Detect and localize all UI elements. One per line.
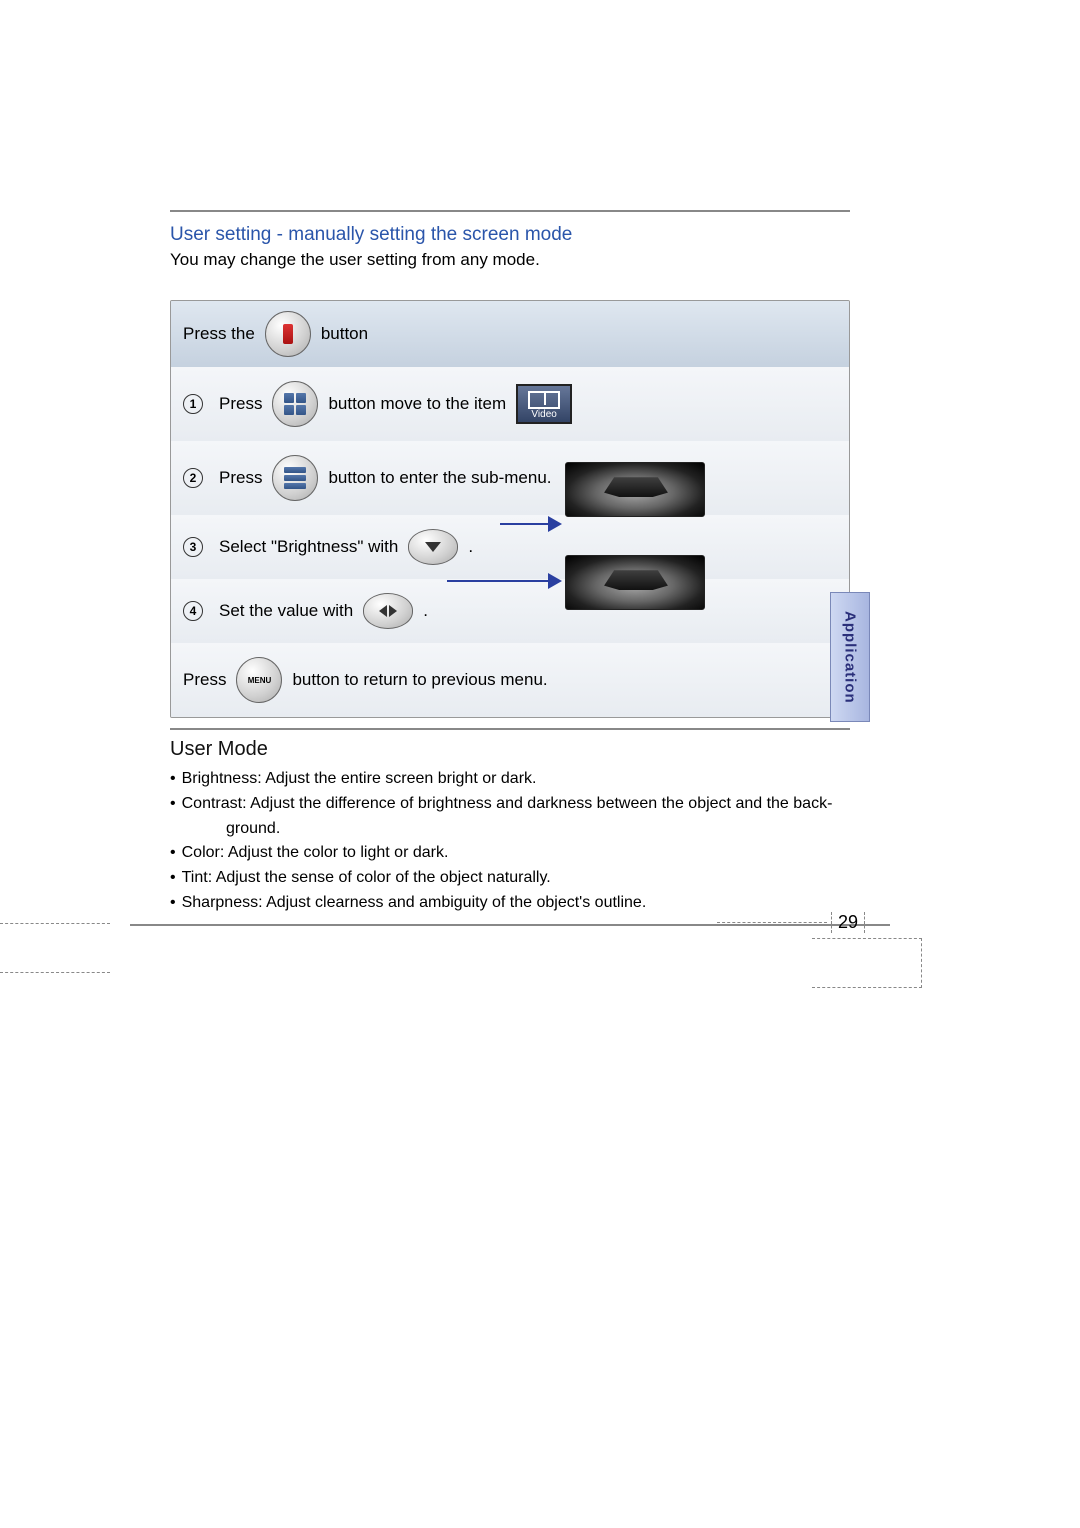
document-page: User setting - manually setting the scre…: [0, 0, 1080, 1528]
step-1: 1 Press button move to the item Video: [171, 367, 849, 441]
left-right-button-icon: [363, 593, 413, 629]
preview-image-before: [565, 462, 705, 517]
section-subtitle: You may change the user setting from any…: [170, 250, 850, 270]
user-mode-list: •Brightness: Adjust the entire screen br…: [170, 767, 850, 914]
section-title: User setting - manually setting the scre…: [170, 224, 850, 246]
footer-post: button to return to previous menu.: [292, 670, 547, 690]
list-item: •Sharpness: Adjust clearness and ambigui…: [170, 891, 850, 914]
side-tab-application: Application: [830, 592, 870, 722]
step-footer: Press MENU button to return to previous …: [171, 643, 849, 717]
step-post: button to enter the sub-menu.: [328, 468, 551, 488]
step-number: 1: [183, 394, 203, 414]
video-menu-icon: Video: [516, 384, 572, 424]
step-pre: Press: [219, 468, 262, 488]
step-2: 2 Press button to enter the sub-menu.: [171, 441, 849, 515]
grid-button-icon: [272, 381, 318, 427]
list-item: •Brightness: Adjust the entire screen br…: [170, 767, 850, 790]
menu-button-icon: MENU: [236, 657, 282, 703]
menu-button-label: MENU: [248, 676, 272, 685]
video-menu-label: Video: [531, 409, 556, 420]
preview-image-after: Brightness 50: [565, 555, 705, 610]
list-item-cont: ground.: [170, 817, 850, 840]
step-number: 4: [183, 601, 203, 621]
side-tab-label: Application: [842, 611, 859, 704]
dashed-line: [717, 922, 827, 923]
step-pre: Set the value with: [219, 601, 353, 621]
arrow-right-icon: [447, 580, 560, 582]
step-pre: Press: [219, 394, 262, 414]
step-number: 2: [183, 468, 203, 488]
header-prefix: Press the: [183, 324, 255, 344]
list-item: •Color: Adjust the color to light or dar…: [170, 841, 850, 864]
corner-dash-right: [812, 938, 922, 988]
header-suffix: button: [321, 324, 368, 344]
arrow-right-icon: [500, 523, 560, 525]
list-button-icon: [272, 455, 318, 501]
top-divider: [170, 210, 850, 212]
user-mode-title: User Mode: [170, 738, 850, 761]
mid-divider: [170, 728, 850, 730]
list-item: •Contrast: Adjust the difference of brig…: [170, 792, 850, 815]
footer-pre: Press: [183, 670, 226, 690]
page-number-area: 29: [717, 912, 865, 933]
page-number: 29: [831, 912, 865, 933]
power-button-icon: [265, 311, 311, 357]
corner-dash-left: [0, 923, 110, 973]
steps-box: Press the button 1 Press button move to …: [170, 300, 850, 718]
step-4: 4 Set the value with .: [171, 579, 849, 643]
step-pre: Select "Brightness" with: [219, 537, 398, 557]
list-item: •Tint: Adjust the sense of color of the …: [170, 866, 850, 889]
step-post: button move to the item: [328, 394, 506, 414]
step-number: 3: [183, 537, 203, 557]
step-post: .: [468, 537, 473, 557]
step-post: .: [423, 601, 428, 621]
down-button-icon: [408, 529, 458, 565]
step-header: Press the button: [171, 301, 849, 367]
content-area: User setting - manually setting the scre…: [170, 210, 850, 926]
